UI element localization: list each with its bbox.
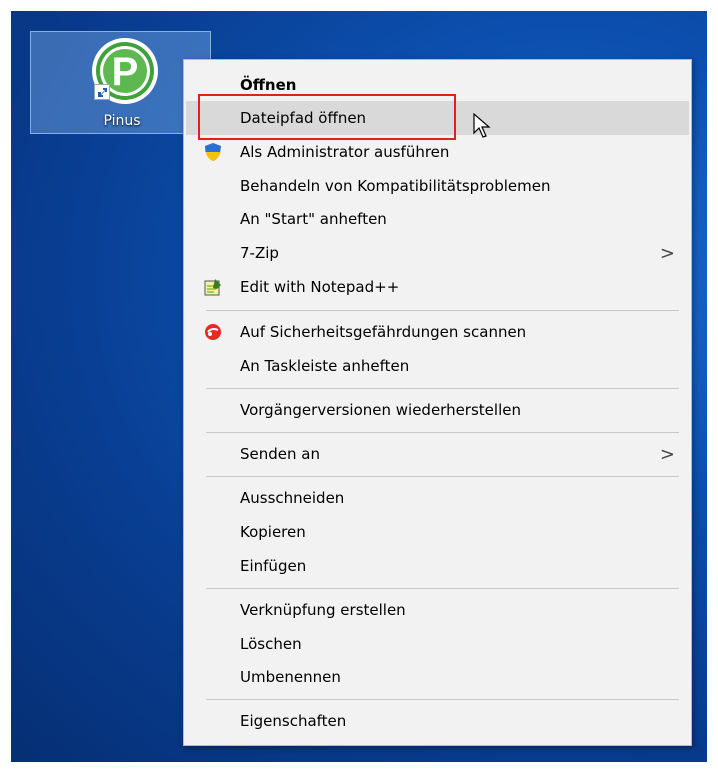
menu-item-security-scan[interactable]: Auf Sicherheitsgefährdungen scannen <box>186 315 689 349</box>
menu-item-label: Umbenennen <box>240 668 341 686</box>
menu-item-pin-to-start[interactable]: An "Start" anheften <box>186 202 689 236</box>
menu-separator <box>206 476 679 477</box>
menu-item-label: 7-Zip <box>240 244 279 262</box>
notepad-icon <box>204 279 221 296</box>
menu-item-properties[interactable]: Eigenschaften <box>186 704 689 738</box>
menu-item-label: An Taskleiste anheften <box>240 357 410 375</box>
shortcut-arrow-icon <box>94 84 110 100</box>
menu-item-label: Einfügen <box>240 557 307 575</box>
menu-separator <box>206 310 679 311</box>
menu-item-label: Als Administrator ausführen <box>240 143 450 161</box>
shield-icon <box>205 143 221 161</box>
menu-item-copy[interactable]: Kopieren <box>186 515 689 549</box>
menu-separator <box>206 699 679 700</box>
menu-separator <box>206 432 679 433</box>
menu-item-label: Löschen <box>240 635 302 653</box>
menu-item-label: Verknüpfung erstellen <box>240 601 406 619</box>
desktop-icon-label: Pinus <box>103 113 141 129</box>
menu-item-label: Öffnen <box>240 76 297 94</box>
menu-item-edit-notepadpp[interactable]: Edit with Notepad++ <box>186 270 689 304</box>
menu-item-rename[interactable]: Umbenennen <box>186 660 689 694</box>
menu-item-label: Edit with Notepad++ <box>240 278 400 296</box>
app-logo-letter: P <box>112 50 139 94</box>
menu-item-create-shortcut[interactable]: Verknüpfung erstellen <box>186 593 689 627</box>
menu-item-label: Auf Sicherheitsgefährdungen scannen <box>240 323 527 341</box>
menu-item-label: Eigenschaften <box>240 712 347 730</box>
menu-item-label: Senden an <box>240 445 320 463</box>
security-scan-icon <box>205 324 221 340</box>
menu-item-label: Ausschneiden <box>240 489 345 507</box>
menu-separator <box>206 388 679 389</box>
chevron-right-icon: > <box>659 443 675 465</box>
menu-item-pin-to-taskbar[interactable]: An Taskleiste anheften <box>186 349 689 383</box>
menu-item-paste[interactable]: Einfügen <box>186 549 689 583</box>
highlight-annotation <box>198 94 456 140</box>
menu-item-label: Behandeln von Kompatibilitätsproblemen <box>240 177 551 195</box>
mouse-cursor-icon <box>473 113 491 138</box>
menu-item-label: Kopieren <box>240 523 306 541</box>
menu-item-7zip[interactable]: 7-Zip > <box>186 236 689 270</box>
menu-item-run-as-admin[interactable]: Als Administrator ausführen <box>186 135 689 169</box>
context-menu: Öffnen Dateipfad öffnen Als Administrato… <box>183 59 692 746</box>
menu-item-cut[interactable]: Ausschneiden <box>186 481 689 515</box>
menu-item-send-to[interactable]: Senden an > <box>186 437 689 471</box>
menu-item-delete[interactable]: Löschen <box>186 627 689 661</box>
chevron-right-icon: > <box>659 242 675 264</box>
menu-item-restore-previous-versions[interactable]: Vorgängerversionen wiederherstellen <box>186 393 689 427</box>
menu-separator <box>206 588 679 589</box>
menu-item-troubleshoot-compatibility[interactable]: Behandeln von Kompatibilitätsproblemen <box>186 169 689 203</box>
menu-item-label: Vorgängerversionen wiederherstellen <box>240 401 521 419</box>
menu-item-label: An "Start" anheften <box>240 210 387 228</box>
